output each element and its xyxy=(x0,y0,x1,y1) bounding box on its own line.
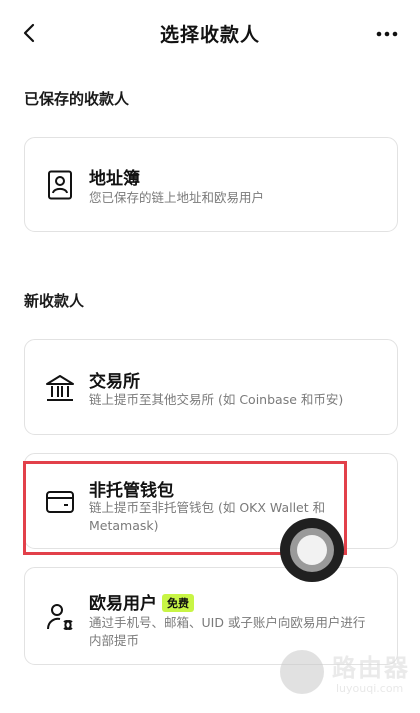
wallet-title: 非托管钱包 xyxy=(89,481,174,501)
exchange-description: 链上提币至其他交易所 (如 Coinbase 和币安) xyxy=(89,392,344,407)
address-book-description: 您已保存的链上地址和欧易用户 xyxy=(89,190,265,205)
saved-recipients-label: 已保存的收款人 xyxy=(24,90,130,108)
user-transfer-icon xyxy=(45,602,75,632)
bank-icon xyxy=(45,373,75,403)
free-badge: 免费 xyxy=(162,594,194,612)
watermark-text: 路由器 xyxy=(332,654,410,682)
address-book-icon xyxy=(45,170,75,200)
header-bar: 选择收款人 xyxy=(0,0,420,64)
more-dots-icon xyxy=(376,31,398,37)
router-logo-icon xyxy=(280,650,324,694)
watermark: 路由器 luyouqi.com xyxy=(280,644,410,704)
wallet-icon xyxy=(45,487,75,517)
exchange-title: 交易所 xyxy=(89,372,140,392)
touch-indicator xyxy=(280,518,344,582)
okx-user-title-row: 欧易用户 免费 xyxy=(89,589,194,614)
non-custodial-wallet-card[interactable]: 非托管钱包 链上提币至非托管钱包 (如 OKX Wallet 和 Metamas… xyxy=(24,453,398,549)
more-options-button[interactable] xyxy=(372,22,402,46)
watermark-subtext: luyouqi.com xyxy=(336,682,404,695)
new-recipients-label: 新收款人 xyxy=(24,292,85,310)
address-book-card[interactable]: 地址簿 您已保存的链上地址和欧易用户 xyxy=(24,137,398,232)
exchange-card[interactable]: 交易所 链上提币至其他交易所 (如 Coinbase 和币安) xyxy=(24,339,398,435)
okx-user-title: 欧易用户 xyxy=(89,594,157,614)
address-book-title: 地址簿 xyxy=(89,169,140,189)
page-title: 选择收款人 xyxy=(159,24,260,46)
